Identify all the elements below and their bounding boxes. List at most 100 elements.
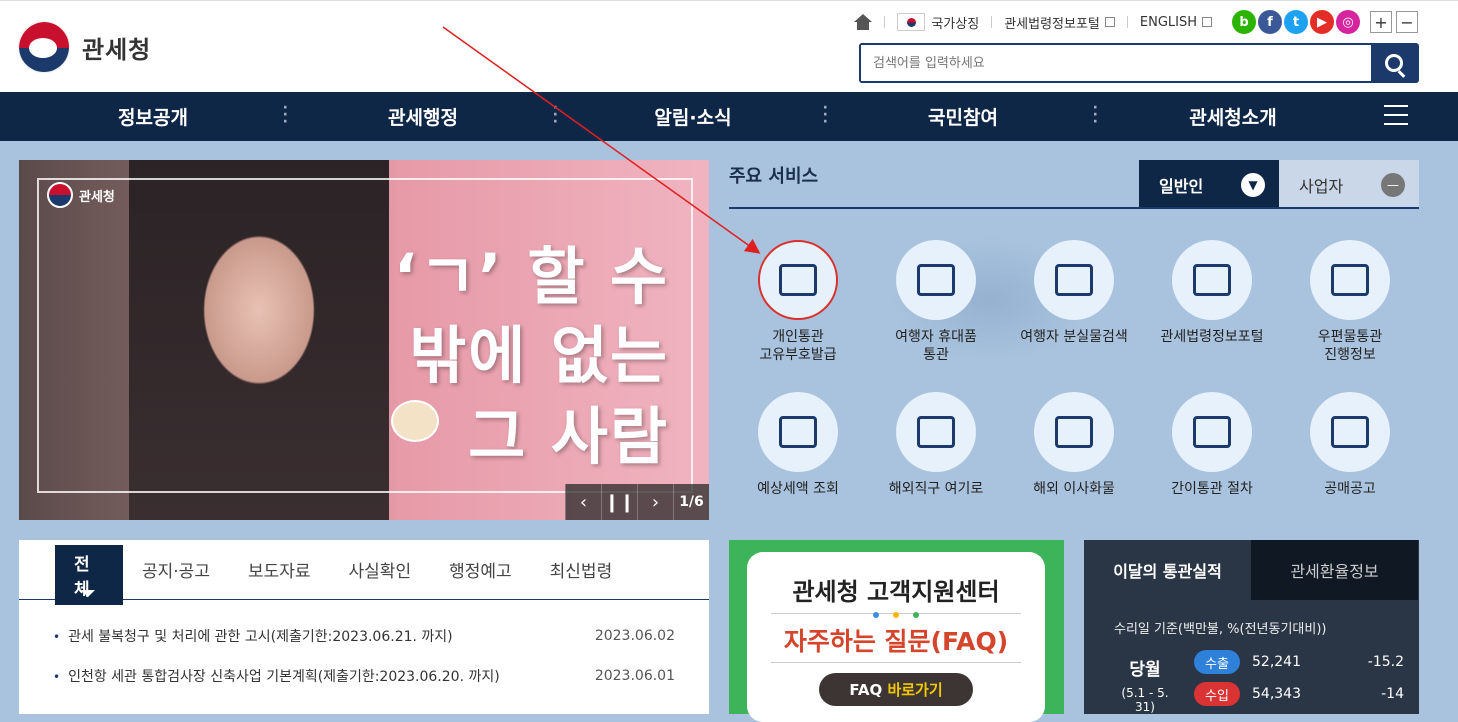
puppy-icon bbox=[391, 400, 439, 442]
service-item[interactable]: 해외 이사화물 bbox=[1005, 392, 1143, 536]
search-button[interactable] bbox=[1371, 45, 1417, 81]
news-list: 관세 불복청구 및 처리에 관한 고시(제출기한:2023.06.21. 까지)… bbox=[19, 616, 709, 696]
nav-info-disclosure[interactable]: 정보공개 · · · bbox=[18, 101, 288, 130]
site-logo[interactable]: 관세청 bbox=[18, 21, 151, 73]
zoom-in-button[interactable]: + bbox=[1370, 11, 1392, 33]
nav-participation[interactable]: 국민참여 · · · bbox=[828, 101, 1098, 130]
services-divider bbox=[729, 207, 1419, 209]
pc-certificate-icon bbox=[758, 240, 838, 320]
news-board: 전체공지·공고보도자료사실확인행정예고최신법령 관세 불복청구 및 처리에 관한… bbox=[19, 540, 709, 714]
month-period: (5.1 - 5. 31) bbox=[1121, 686, 1169, 714]
service-item[interactable]: 개인통관 고유부호발급 bbox=[729, 240, 867, 384]
service-label: 예상세액 조회 bbox=[757, 481, 839, 497]
facebook-icon[interactable]: f bbox=[1258, 10, 1282, 34]
instagram-icon[interactable]: ◎ bbox=[1336, 10, 1360, 34]
tab-individual[interactable]: 일반인 ▼ bbox=[1139, 160, 1279, 209]
list-item[interactable]: 관세 불복청구 및 처리에 관한 고시(제출기한:2023.06.21. 까지)… bbox=[53, 616, 675, 656]
search-icon bbox=[1385, 54, 1403, 72]
nav-news[interactable]: 알림·소식 · · · bbox=[558, 101, 828, 130]
tab-exchange-rate[interactable]: 관세환율정보 bbox=[1251, 540, 1418, 600]
tab-business[interactable]: 사업자 — bbox=[1279, 160, 1419, 209]
korean-flag-icon bbox=[897, 13, 926, 31]
news-tab[interactable]: 사실확인 bbox=[330, 540, 431, 600]
service-item[interactable]: 공매공고 bbox=[1281, 392, 1419, 536]
icon-glyph bbox=[1193, 264, 1231, 296]
service-item[interactable]: 해외직구 여기로 bbox=[867, 392, 1005, 536]
english-link[interactable]: ENGLISH bbox=[1140, 15, 1212, 30]
service-item[interactable]: 예상세액 조회 bbox=[729, 392, 867, 536]
main-nav: 정보공개 · · · 관세행정 · · · 알림·소식 · · · 국민참여 · · · 관세청소개 bbox=[0, 92, 1458, 141]
faq-panel: 관세청 고객지원센터 자주하는 질문(FAQ) FAQ 바로가기 bbox=[729, 540, 1064, 722]
banner-headline-2: 밖에 없는 bbox=[409, 319, 669, 392]
service-item[interactable]: 우편물통관 진행정보 bbox=[1281, 240, 1419, 384]
import-rate: -14 bbox=[1381, 686, 1404, 702]
service-label: 여행자 휴대품 통관 bbox=[895, 329, 977, 363]
header: 관세청 국가상징 관세법령정보포털 ENGLISH b f t ▶ ◎ + − bbox=[0, 0, 1458, 92]
service-label: 해외직구 여기로 bbox=[888, 481, 984, 497]
tab-monthly-clearance[interactable]: 이달의 통관실적 bbox=[1084, 540, 1251, 600]
news-tab[interactable]: 전체 bbox=[55, 544, 123, 605]
stats-month: 당월 (5.1 - 5. 31) bbox=[1110, 655, 1180, 714]
faq-card: 관세청 고객지원센터 자주하는 질문(FAQ) FAQ 바로가기 bbox=[747, 552, 1045, 722]
news-tab[interactable]: 최신법령 bbox=[531, 540, 632, 600]
prev-slide-button[interactable]: ‹ bbox=[565, 484, 601, 520]
mail-tracking-icon bbox=[1310, 240, 1390, 320]
blog-icon[interactable]: b bbox=[1232, 10, 1256, 34]
all-menu-icon[interactable] bbox=[1384, 105, 1408, 125]
import-badge: 수입 bbox=[1194, 682, 1240, 706]
suitcase-icon bbox=[896, 240, 976, 320]
logo-text: 관세청 bbox=[82, 35, 152, 64]
decor-dots bbox=[747, 612, 1045, 622]
lost-item-search-icon bbox=[1034, 240, 1114, 320]
stats-basis: 수리일 기준(백만불, %(전년동기대비)) bbox=[1114, 622, 1327, 637]
new-window-icon bbox=[1104, 17, 1115, 27]
home-link[interactable] bbox=[854, 14, 873, 30]
gavel-icon bbox=[1172, 240, 1252, 320]
icon-glyph bbox=[1055, 416, 1093, 448]
zoom-out-button[interactable]: − bbox=[1396, 11, 1418, 33]
import-value: 54,343 bbox=[1252, 686, 1301, 702]
twitter-icon[interactable]: t bbox=[1284, 10, 1308, 34]
search-bar bbox=[859, 43, 1419, 83]
service-item[interactable]: 간이통관 절차 bbox=[1143, 392, 1281, 536]
next-slide-button[interactable]: › bbox=[637, 484, 673, 520]
icon-glyph bbox=[1331, 416, 1369, 448]
banner-headline-1: ‘ㄱ’ 할 수 bbox=[393, 240, 669, 313]
export-value: 52,241 bbox=[1252, 654, 1301, 670]
news-tab[interactable]: 보도자료 bbox=[229, 540, 330, 600]
news-date: 2023.06.02 bbox=[594, 628, 675, 644]
new-window-icon bbox=[1202, 17, 1212, 27]
banner-logo: 관세청 bbox=[47, 182, 115, 208]
nav-about[interactable]: 관세청소개 bbox=[1098, 103, 1368, 130]
nav-customs-admin[interactable]: 관세행정 · · · bbox=[288, 101, 558, 130]
list-item[interactable]: 인천항 세관 통합검사장 신축사업 기본계획(제출기한:2023.06.20. … bbox=[53, 656, 675, 696]
faq-subtitle: 자주하는 질문(FAQ) bbox=[783, 627, 1009, 656]
youtube-icon[interactable]: ▶ bbox=[1310, 10, 1334, 34]
icon-glyph bbox=[917, 416, 955, 448]
service-item[interactable]: 여행자 분실물검색 bbox=[1005, 240, 1143, 384]
service-item[interactable]: 여행자 휴대품 통관 bbox=[867, 240, 1005, 384]
home-icon bbox=[854, 14, 873, 30]
services-title: 주요 서비스 bbox=[729, 166, 819, 187]
clearance-stats-panel: 이달의 통관실적 관세환율정보 수리일 기준(백만불, %(전년동기대비)) 당… bbox=[1084, 540, 1419, 714]
service-item[interactable]: 관세법령정보포털 bbox=[1143, 240, 1281, 384]
faq-title: 관세청 고객지원센터 bbox=[792, 578, 1000, 606]
divider bbox=[884, 16, 886, 28]
icon-glyph bbox=[917, 264, 955, 296]
pause-button[interactable]: ❙❙ bbox=[601, 484, 637, 520]
national-symbol-link[interactable]: 국가상징 bbox=[897, 13, 979, 32]
news-tab[interactable]: 공지·공고 bbox=[123, 540, 229, 600]
main-banner[interactable]: 관세청 ‘ㄱ’ 할 수 밖에 없는 그 사람 ‹ ❙❙ › 1/6 bbox=[19, 160, 709, 520]
service-label: 여행자 분실물검색 bbox=[1020, 329, 1128, 345]
icon-glyph bbox=[779, 264, 817, 296]
zoom-controls: + − bbox=[1370, 11, 1418, 33]
faq-shortcut-button[interactable]: FAQ 바로가기 bbox=[819, 673, 973, 706]
law-portal-link[interactable]: 관세법령정보포털 bbox=[1004, 13, 1115, 32]
news-tab[interactable]: 행정예고 bbox=[430, 540, 531, 600]
services-grid: 개인통관 고유부호발급 여행자 휴대품 통관 여행자 분실물검색 관세법령정보포털 우편… bbox=[729, 240, 1419, 536]
icon-glyph bbox=[1055, 264, 1093, 296]
moving-box-icon bbox=[1034, 392, 1114, 472]
service-label: 해외 이사화물 bbox=[1033, 481, 1115, 497]
search-input[interactable] bbox=[861, 45, 1371, 81]
calculator-icon bbox=[758, 392, 838, 472]
